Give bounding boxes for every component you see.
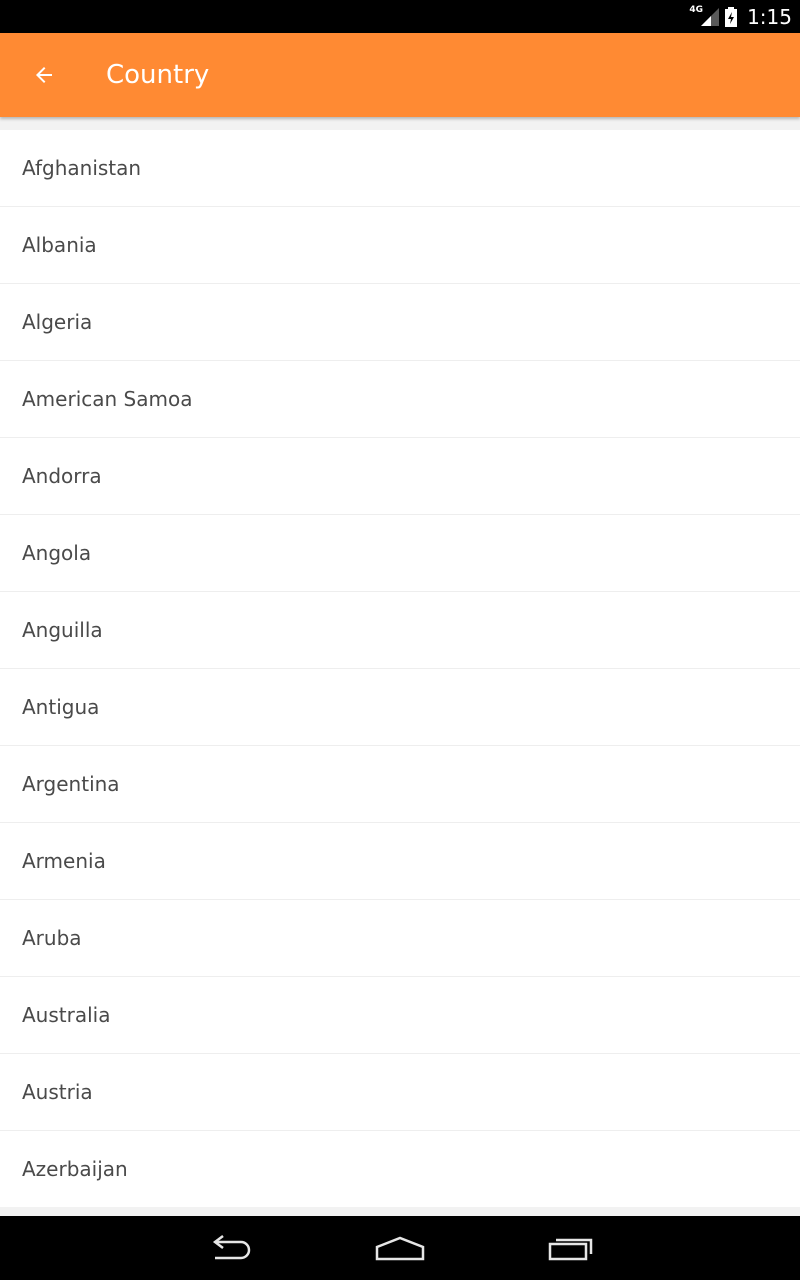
country-list-item[interactable]: Algeria [0,284,800,361]
signal-icon [701,7,720,26]
country-list-item[interactable]: Azerbaijan [0,1131,800,1207]
country-list-item[interactable]: Andorra [0,438,800,515]
back-nav-icon [212,1235,251,1260]
country-list: Afghanistan Albania Algeria American Samoa A… [0,130,800,1207]
country-list-item[interactable]: Argentina [0,746,800,823]
nav-recents-button[interactable] [539,1228,603,1268]
country-list-item[interactable]: Albania [0,207,800,284]
clock: 1:15 [747,4,792,29]
battery-icon [725,6,738,27]
status-icons: 4G 1:15 [689,0,792,33]
home-nav-icon [375,1236,425,1261]
country-list-item[interactable]: American Samoa [0,361,800,438]
status-bar: 4G 1:15 [0,0,800,33]
network-type: 4G [689,4,704,15]
recents-nav-icon [548,1238,593,1261]
navigation-bar [0,1216,800,1280]
country-list-item[interactable]: Aruba [0,900,800,977]
country-list-item[interactable]: Austria [0,1054,800,1131]
country-list-item[interactable]: Australia [0,977,800,1054]
nav-home-button[interactable] [368,1228,432,1268]
country-list-item[interactable]: Afghanistan [0,130,800,207]
country-list-item[interactable]: Angola [0,515,800,592]
page-title: Country [106,60,210,90]
country-list-item[interactable]: Anguilla [0,592,800,669]
country-list-item[interactable]: Antigua [0,669,800,746]
arrow-back-icon [36,67,52,83]
app-bar: Country [0,33,800,117]
country-list-item[interactable]: Armenia [0,823,800,900]
nav-back-button[interactable] [198,1228,262,1268]
back-button[interactable] [20,51,68,99]
